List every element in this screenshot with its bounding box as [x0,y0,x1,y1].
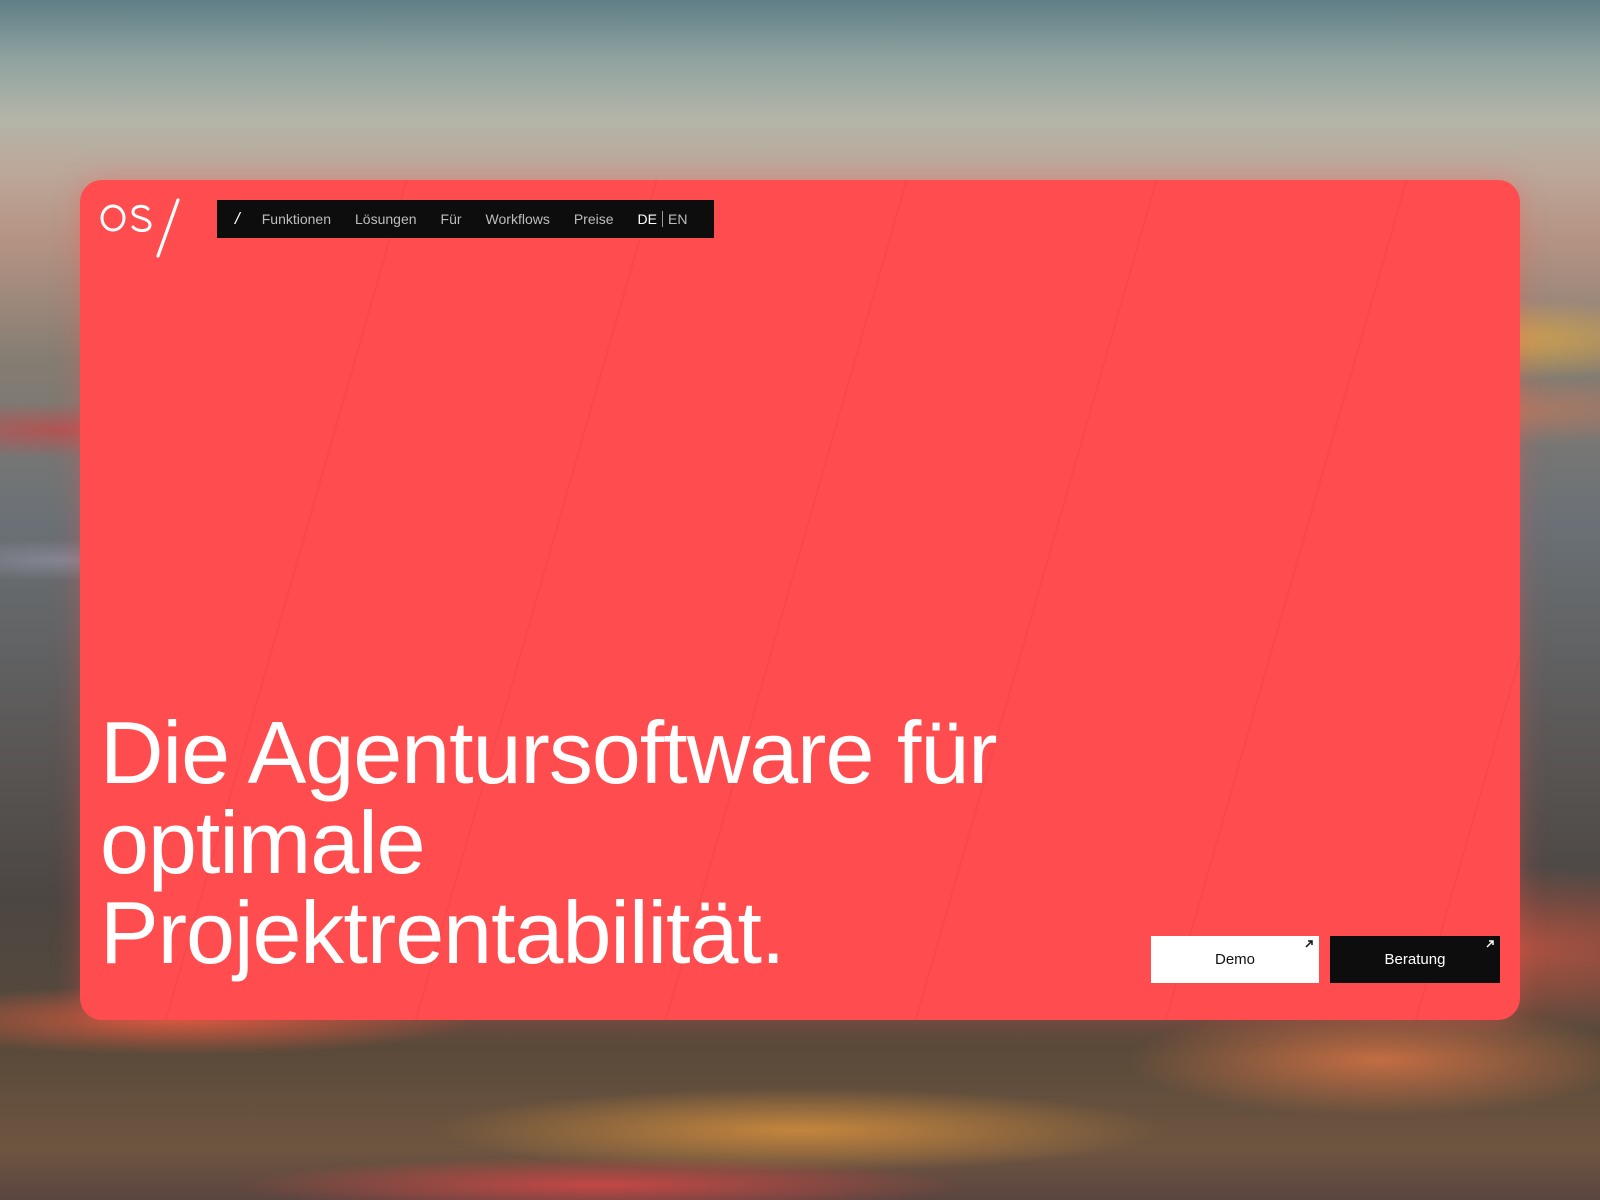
os-logo[interactable] [100,198,182,260]
arrow-up-right-icon [1305,940,1313,948]
demo-button[interactable]: Demo [1151,936,1319,983]
nav-item-fuer[interactable]: Für [441,211,462,227]
decorative-stripe [1386,180,1520,1020]
language-divider [661,211,663,227]
consultation-button-label: Beratung [1384,951,1446,968]
hero-headline: Die Agentursoftware für optimale Projekt… [100,708,1100,978]
consultation-button[interactable]: Beratung [1330,936,1500,983]
nav-item-workflows[interactable]: Workflows [486,211,550,227]
headline-line-3: Projektrentabilität. [100,883,785,982]
main-navigation: / Funktionen Lösungen Für Workflows Prei… [217,200,714,238]
arrow-up-right-icon [1486,940,1494,948]
demo-button-label: Demo [1214,951,1255,968]
os-slash-logo-icon [100,198,180,258]
blurred-background: / Funktionen Lösungen Für Workflows Prei… [0,0,1600,1200]
language-switcher: DE EN [638,211,687,227]
nav-item-funktionen[interactable]: Funktionen [262,211,331,227]
nav-item-preise[interactable]: Preise [574,211,614,227]
decorative-stripe [1136,180,1442,1020]
headline-line-1: Die Agentursoftware für [100,703,998,802]
language-de[interactable]: DE [638,211,657,227]
nav-item-loesungen[interactable]: Lösungen [355,211,417,227]
headline-line-2: optimale [100,793,426,892]
nav-home-link[interactable]: / [235,209,240,229]
language-en[interactable]: EN [668,211,687,227]
hero-card: / Funktionen Lösungen Für Workflows Prei… [80,180,1520,1020]
